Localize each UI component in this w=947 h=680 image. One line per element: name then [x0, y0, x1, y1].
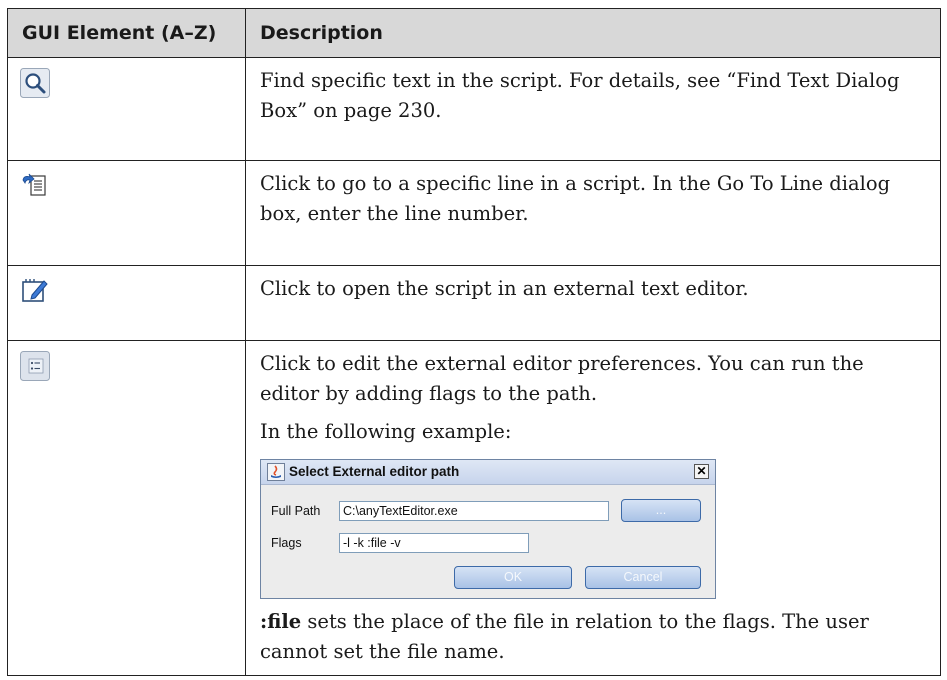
table-row: Click to edit the external editor prefer… [7, 340, 941, 676]
header-description: Description [245, 8, 941, 58]
find-text-icon [20, 68, 50, 98]
dialog-title: Select External editor path [289, 464, 460, 479]
row-description: Click to open the script in an external … [260, 277, 749, 300]
example-intro: In the following example: [260, 420, 512, 443]
full-path-label: Full Path [271, 504, 321, 518]
dialog-title-bar: Select External editor path ✕ [261, 460, 715, 485]
table-row: Find specific text in the script. For de… [7, 57, 941, 161]
gui-elements-table: GUI Element (A–Z) Description Find speci… [7, 8, 941, 676]
select-editor-dialog-screenshot: Select External editor path ✕ Full Path … [260, 459, 716, 599]
table-header-row: GUI Element (A–Z) Description [7, 8, 941, 58]
row-description: Click to edit the external editor prefer… [260, 352, 864, 405]
full-path-input[interactable]: C:\anyTextEditor.exe [339, 501, 609, 521]
row-description: Find specific text in the script. For de… [260, 69, 900, 122]
flags-label: Flags [271, 536, 302, 550]
file-flag-explanation: sets the place of the file in relation t… [260, 610, 869, 663]
ok-button[interactable]: OK [454, 566, 572, 589]
editor-preferences-icon [20, 351, 50, 381]
header-gui-element: GUI Element (A–Z) [7, 8, 246, 58]
file-flag-term: :file [260, 610, 302, 633]
row-description: Click to go to a specific line in a scri… [260, 172, 891, 225]
cancel-button[interactable]: Cancel [585, 566, 701, 589]
table-row: Click to open the script in an external … [7, 265, 941, 341]
table-row: Click to go to a specific line in a scri… [7, 160, 941, 266]
flags-input[interactable]: -l -k :file -v [339, 533, 529, 553]
java-app-icon [267, 463, 285, 481]
file-flag-note: :file sets the place of the file in rela… [260, 607, 926, 667]
browse-button[interactable]: ... [621, 499, 701, 522]
external-editor-icon [22, 279, 48, 302]
go-to-line-icon [22, 173, 46, 196]
document-page: GUI Element (A–Z) Description Find speci… [0, 0, 947, 680]
close-icon[interactable]: ✕ [694, 464, 709, 479]
